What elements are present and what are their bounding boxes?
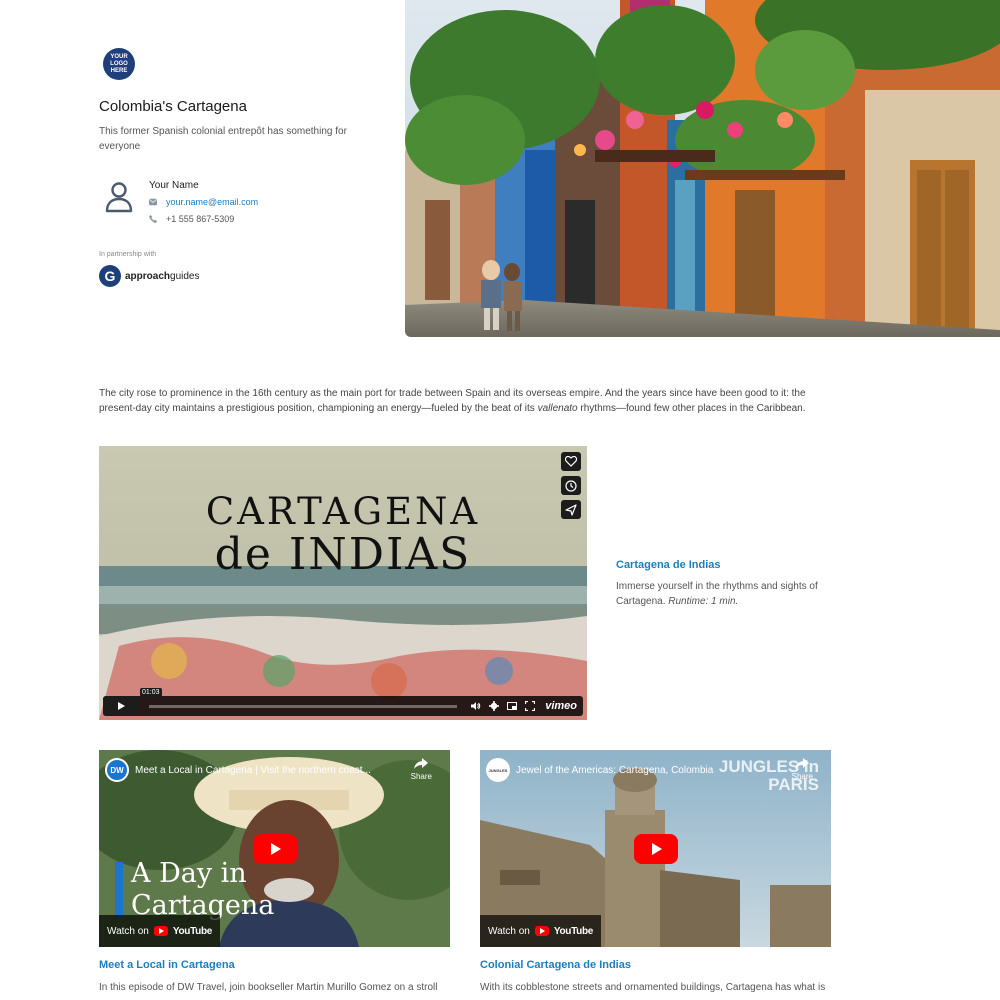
dw-channel-icon[interactable]: DW	[105, 758, 129, 782]
video-card-title[interactable]: Meet a Local in Cartagena	[99, 959, 235, 971]
intro-paragraph: The city rose to prominence in the 16th …	[99, 388, 806, 414]
youtube-logo-icon	[534, 926, 549, 936]
main-video-player[interactable]: CARTAGENA de INDIAS vimeo	[99, 446, 587, 720]
youtube-title-bar: JUNGLES Jewel of the Americas: Cartagena…	[486, 758, 825, 782]
video-time-badge: 01:03	[140, 688, 162, 697]
picture-in-picture-icon[interactable]	[507, 701, 518, 711]
mail-icon	[149, 198, 157, 206]
video-progress-bar[interactable]	[149, 704, 458, 708]
play-icon	[651, 842, 662, 855]
contact-email-link[interactable]: your.name@email.com	[166, 197, 258, 207]
video-control-bar: vimeo	[103, 696, 583, 716]
settings-gear-icon[interactable]	[489, 701, 500, 711]
youtube-logo-icon	[153, 926, 168, 936]
share-arrow-icon	[414, 758, 429, 769]
watch-on-youtube-button[interactable]: Watch on YouTube	[99, 915, 221, 947]
main-video-title[interactable]: Cartagena de Indias	[616, 559, 721, 571]
main-video-description: Immerse yourself in the rhythms and sigh…	[616, 581, 818, 607]
page-subtitle: This former Spanish colonial entrepôt ha…	[99, 126, 347, 152]
video-card-description: With its cobblestone streets and ornamen…	[480, 982, 826, 993]
partner-brand-rest: guides	[170, 270, 200, 282]
youtube-title-bar: DW Meet a Local in Cartagena | Visit the…	[105, 758, 444, 782]
page-title: Colombia's Cartagena	[99, 98, 247, 115]
youtube-player-meet-a-local[interactable]: DW Meet a Local in Cartagena | Visit the…	[99, 750, 450, 947]
watch-later-button[interactable]	[561, 476, 581, 495]
youtube-video-title[interactable]: Meet a Local in Cartagena | Visit the no…	[135, 765, 371, 776]
youtube-video-title[interactable]: Jewel of the Americas: Cartagena, Colomb…	[516, 765, 713, 776]
contact-phone-row: +1 555 867-5309	[149, 214, 234, 224]
video-card-description: In this episode of DW Travel, join books…	[99, 982, 438, 993]
logo: YOUR LOGO HERE	[103, 48, 135, 80]
play-icon	[270, 842, 281, 855]
share-arrow-icon	[795, 758, 810, 769]
phone-icon	[149, 215, 157, 223]
youtube-play-button[interactable]	[252, 833, 297, 864]
send-icon	[565, 503, 577, 516]
volume-icon[interactable]	[471, 701, 481, 711]
jungles-channel-icon[interactable]: JUNGLES	[486, 758, 510, 782]
contact-email-row[interactable]: your.name@email.com	[149, 197, 258, 207]
youtube-play-button[interactable]	[633, 833, 678, 864]
heart-icon	[565, 456, 577, 467]
play-button[interactable]	[103, 696, 139, 716]
contact-name: Your Name	[149, 180, 199, 191]
contact-phone: +1 555 867-5309	[166, 214, 235, 224]
video-overlay-caption: A Day in Cartagena	[115, 858, 291, 922]
share-button[interactable]: Share	[792, 758, 813, 781]
video-card-title[interactable]: Colonial Cartagena de Indias	[480, 959, 631, 971]
partner-label: In partnership with	[99, 251, 157, 258]
like-button[interactable]	[561, 452, 581, 471]
video-overlay-title: CARTAGENA de INDIAS	[205, 490, 481, 580]
play-icon	[118, 702, 125, 710]
share-button[interactable]: Share	[411, 758, 432, 781]
vimeo-logo[interactable]: vimeo	[545, 700, 577, 712]
youtube-player-jewel-of-the-americas[interactable]: JUNGLES in PARIS JUNGLES Jewel of the Am…	[480, 750, 831, 947]
partner-brand-bold: approach	[125, 270, 171, 282]
hero-image	[405, 0, 1000, 337]
partner-logo[interactable]: G approachguides	[99, 265, 199, 287]
watch-on-youtube-button[interactable]: Watch on YouTube	[480, 915, 602, 947]
fullscreen-icon[interactable]	[525, 701, 536, 711]
clock-icon	[565, 479, 577, 492]
person-icon	[105, 182, 133, 213]
share-button[interactable]	[561, 500, 581, 519]
approachguides-mark-icon: G	[99, 265, 121, 287]
